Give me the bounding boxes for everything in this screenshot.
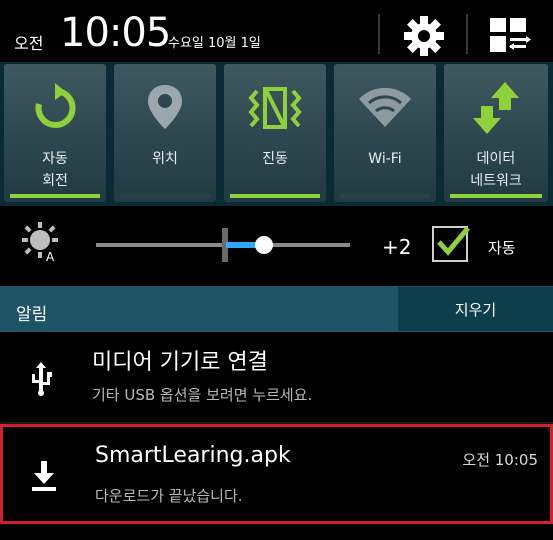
data-network-icon bbox=[473, 82, 519, 134]
toggle-state-bar bbox=[450, 194, 542, 198]
toggle-label: Wi-Fi bbox=[368, 151, 402, 167]
toggle-state-bar bbox=[340, 194, 430, 198]
notification-usb[interactable]: 미디어 기기로 연결 기타 USB 옵션을 보려면 누르세요. bbox=[0, 334, 553, 422]
rotate-icon bbox=[35, 83, 76, 128]
grid-edit-icon bbox=[490, 18, 531, 52]
toggle-label: 자동 회전 bbox=[42, 151, 68, 189]
brightness-auto-icon-wrap: A bbox=[22, 222, 62, 264]
toggle-data-network[interactable]: 데이터 네트워크 bbox=[444, 64, 548, 202]
vibrate-icon bbox=[248, 87, 302, 129]
toggle-auto-rotate[interactable]: 자동 회전 bbox=[4, 64, 106, 202]
location-icon bbox=[148, 85, 182, 129]
brightness-value: +2 bbox=[382, 235, 412, 259]
quick-toggle-panel: 자동 회전 위치 진동 Wi-Fi 데이터 네트워크 bbox=[0, 62, 553, 206]
notification-title: SmartLearing.apk bbox=[95, 443, 291, 468]
clear-notifications-button[interactable]: 지우기 bbox=[398, 287, 553, 331]
gear-icon bbox=[404, 16, 444, 56]
notification-title: 미디어 기기로 연결 bbox=[92, 350, 268, 375]
download-icon bbox=[32, 461, 56, 491]
toggle-location[interactable]: 위치 bbox=[114, 64, 216, 202]
auto-brightness-label: 자동 bbox=[488, 239, 516, 257]
edit-toggles-button[interactable] bbox=[488, 16, 532, 56]
usb-icon bbox=[32, 362, 52, 396]
auto-brightness-checkbox[interactable] bbox=[432, 226, 470, 262]
notification-subtitle: 기타 USB 옵션을 보려면 누르세요. bbox=[92, 386, 313, 404]
toggle-label: 데이터 네트워크 bbox=[470, 151, 522, 189]
toggle-wifi[interactable]: Wi-Fi bbox=[334, 64, 436, 202]
svg-text:A: A bbox=[46, 250, 55, 262]
status-divider bbox=[466, 14, 468, 54]
wifi-icon bbox=[359, 87, 411, 127]
status-clock: 10:05 bbox=[60, 10, 171, 56]
toggle-label: 위치 bbox=[152, 151, 178, 167]
status-date: 수요일 10월 1일 bbox=[168, 36, 261, 51]
status-ampm: 오전 bbox=[14, 34, 44, 53]
toggle-state-bar bbox=[10, 194, 100, 198]
brightness-thumb[interactable] bbox=[254, 236, 273, 254]
notification-download[interactable]: SmartLearing.apk 오전 10:05 다운로드가 끝났습니다. bbox=[0, 424, 553, 524]
settings-button[interactable] bbox=[402, 14, 446, 58]
checkmark-icon bbox=[437, 226, 470, 256]
toggle-label: 진동 bbox=[262, 151, 288, 167]
brightness-icon: A bbox=[22, 222, 58, 264]
toggle-state-bar bbox=[230, 194, 320, 198]
notification-subtitle: 다운로드가 끝났습니다. bbox=[95, 487, 243, 505]
toggle-state-bar bbox=[120, 194, 210, 198]
status-divider bbox=[378, 14, 380, 54]
notification-time: 오전 10:05 bbox=[462, 451, 538, 469]
notifications-title: 알림 bbox=[16, 305, 48, 325]
toggle-vibrate[interactable]: 진동 bbox=[224, 64, 326, 202]
